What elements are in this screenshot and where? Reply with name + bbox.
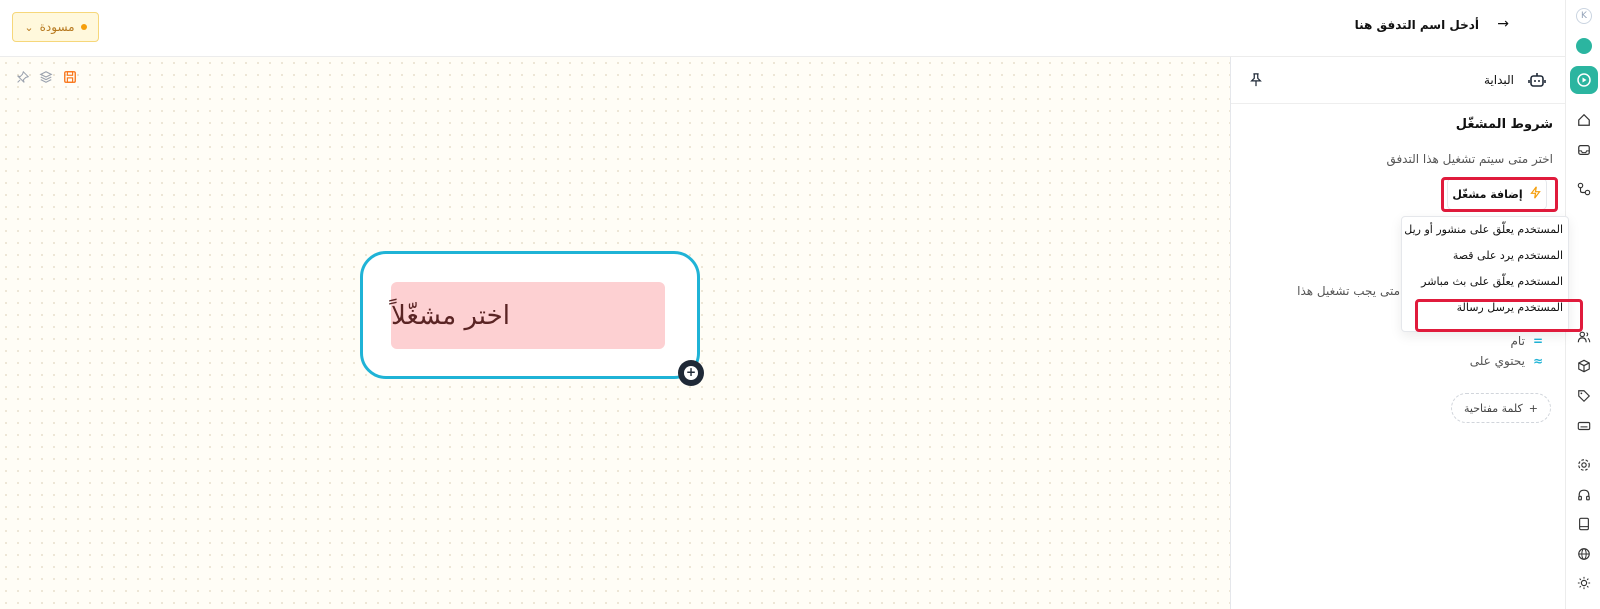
highlight-box <box>1441 177 1558 212</box>
condition-exact[interactable]: تام = <box>1511 334 1544 348</box>
trigger-when-text: متى يجب تشغيل هذا <box>1297 284 1400 298</box>
back-arrow-icon[interactable]: → <box>1497 16 1509 32</box>
status-dot-icon <box>80 24 87 30</box>
trigger-panel: البداية شروط المشغّل اختر متى سيتم تشغيل… <box>1230 57 1566 609</box>
highlight-box <box>1415 299 1583 332</box>
save-icon[interactable] <box>63 70 77 84</box>
draft-label: مسودة <box>39 20 75 34</box>
flow-name-input[interactable]: أدخل اسم التدفق هنا <box>1355 18 1479 32</box>
pin-icon[interactable] <box>15 70 29 84</box>
equals-icon: = <box>1532 334 1543 348</box>
account-avatar[interactable]: K <box>1576 8 1592 24</box>
settings-icon[interactable] <box>1575 456 1593 474</box>
globe-icon[interactable] <box>1575 545 1593 563</box>
keyboard-icon[interactable] <box>1575 417 1593 435</box>
condition-contains[interactable]: يحتوي على ≈ <box>1470 354 1543 368</box>
add-connection-handle[interactable]: + <box>678 360 704 386</box>
tag-icon[interactable] <box>1575 387 1593 405</box>
flow-icon[interactable] <box>1575 180 1593 198</box>
add-keyword-button[interactable]: كلمة مفتاحية + <box>1451 393 1551 423</box>
dropdown-item-live-comment[interactable]: المستخدم يعلّق على بث مباشر <box>1421 275 1563 288</box>
pin-panel-icon[interactable] <box>1249 72 1263 91</box>
panel-header: البداية <box>1231 57 1566 104</box>
headphones-icon[interactable] <box>1575 486 1593 504</box>
inbox-icon[interactable] <box>1575 141 1593 159</box>
automation-nav-icon[interactable] <box>1570 66 1598 94</box>
canvas-toolbar <box>15 70 77 84</box>
keyword-label: كلمة مفتاحية <box>1464 401 1523 415</box>
chevron-down-icon: ⌄ <box>24 20 34 34</box>
workspace-avatar[interactable] <box>1576 38 1592 54</box>
trigger-node[interactable]: اختر مشغّلاً <box>360 251 700 379</box>
box-icon[interactable] <box>1575 357 1593 375</box>
sun-icon[interactable] <box>1575 574 1593 592</box>
book-icon[interactable] <box>1575 515 1593 533</box>
layers-icon[interactable] <box>39 70 53 84</box>
home-icon[interactable] <box>1575 111 1593 129</box>
approx-icon: ≈ <box>1532 354 1543 368</box>
dropdown-item-story-reply[interactable]: المستخدم يرد على قصة <box>1453 249 1563 262</box>
section-title: شروط المشغّل <box>1455 117 1553 132</box>
plus-icon: + <box>684 365 698 380</box>
start-label: البداية <box>1483 73 1514 87</box>
section-subtitle: اختر متى سيتم تشغيل هذا التدفق <box>1386 152 1553 166</box>
bot-icon <box>1528 71 1546 93</box>
plus-icon: + <box>1528 401 1538 415</box>
dropdown-item-comment-post[interactable]: المستخدم يعلّق على منشور أو ريل <box>1404 223 1563 236</box>
condition-label: تام <box>1510 334 1525 348</box>
draft-status-button[interactable]: ⌄ مسودة <box>12 12 99 42</box>
condition-label: يحتوي على <box>1469 354 1525 368</box>
top-bar: ⌄ مسودة أدخل اسم التدفق هنا → <box>0 0 1565 57</box>
trigger-node-label[interactable]: اختر مشغّلاً <box>391 282 665 349</box>
